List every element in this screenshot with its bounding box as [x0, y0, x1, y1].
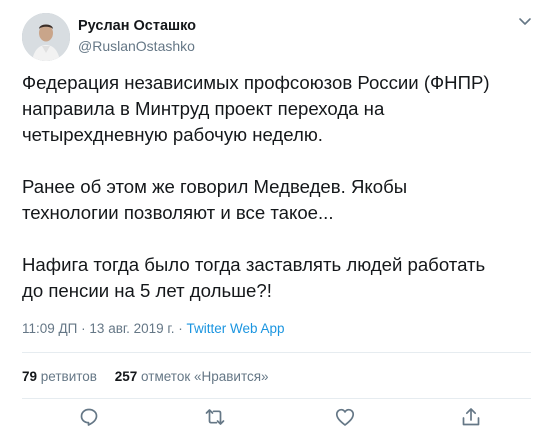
tweet-date[interactable]: 13 авг. 2019 г.: [89, 321, 174, 336]
retweets-stat[interactable]: 79 ретвитов: [22, 369, 97, 384]
divider: [22, 398, 531, 399]
tweet-text: Федерация независимых профсоюзов России …: [22, 70, 532, 304]
tweet-line: технологии позволяют и все такое...: [22, 202, 334, 223]
tweet-source-link[interactable]: Twitter Web App: [187, 321, 285, 336]
reply-icon[interactable]: [77, 405, 101, 429]
retweet-icon[interactable]: [203, 405, 227, 429]
likes-label: отметок «Нравится»: [141, 369, 269, 384]
avatar[interactable]: [22, 13, 70, 61]
divider: [22, 352, 531, 353]
heart-icon[interactable]: [333, 405, 357, 429]
tweet-line: Федерация независимых профсоюзов России …: [22, 72, 490, 93]
retweets-label: ретвитов: [40, 369, 97, 384]
tweet-line: Нафига тогда было тогда заставлять людей…: [22, 254, 486, 275]
tweet-actions: [0, 405, 543, 435]
likes-stat[interactable]: 257 отметок «Нравится»: [115, 369, 269, 384]
tweet-stats: 79 ретвитов 257 отметок «Нравится»: [22, 369, 283, 384]
avatar-image: [22, 13, 70, 61]
tweet-line: направила в Минтруд проект перехода на: [22, 98, 385, 119]
tweet-line: до пенсии на 5 лет дольше?!: [22, 280, 272, 301]
tweet-line: Ранее об этом же говорил Медведев. Якобы: [22, 176, 408, 197]
likes-count: 257: [114, 369, 138, 384]
tweet-meta: 11:09 ДП · 13 авг. 2019 г. · Twitter Web…: [22, 321, 285, 336]
meta-separator: ·: [81, 321, 86, 336]
tweet-time[interactable]: 11:09 ДП: [22, 321, 77, 336]
meta-separator: ·: [178, 321, 183, 336]
tweet-line: четырехдневную рабочую неделю.: [22, 124, 323, 145]
author-name[interactable]: Руслан Осташко: [78, 18, 196, 34]
share-icon[interactable]: [459, 405, 483, 429]
chevron-down-icon[interactable]: [517, 14, 533, 28]
author-handle[interactable]: @RuslanOstashko: [78, 38, 195, 54]
tweet-card: Руслан Осташко @RuslanOstashko Федерация…: [0, 0, 543, 438]
retweets-count: 79: [22, 369, 38, 384]
